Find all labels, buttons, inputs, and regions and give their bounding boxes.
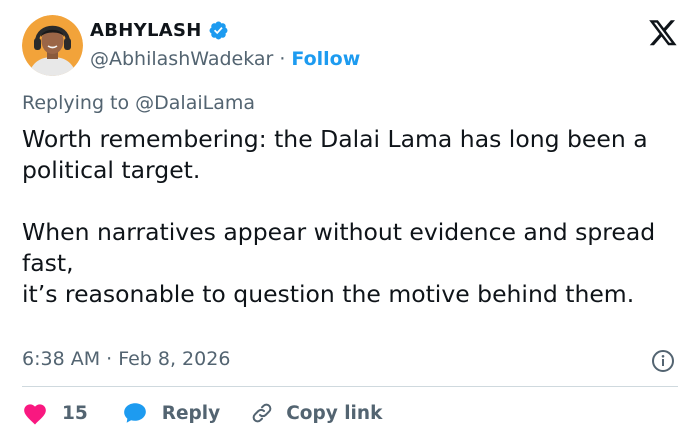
tweet-timestamp[interactable]: 6:38 AM · Feb 8, 2026 bbox=[22, 348, 230, 370]
like-button[interactable]: 15 bbox=[22, 401, 88, 425]
divider bbox=[22, 386, 678, 387]
tweet-paragraph: Worth remembering: the Dalai Lama has lo… bbox=[22, 125, 648, 184]
copy-link-button[interactable]: Copy link bbox=[250, 401, 382, 425]
avatar[interactable] bbox=[22, 15, 83, 76]
reply-label: Reply bbox=[161, 402, 221, 424]
reply-bubble-icon bbox=[122, 401, 148, 425]
follow-button[interactable]: Follow bbox=[291, 48, 360, 70]
author-handle[interactable]: @AbhilashWadekar bbox=[90, 48, 273, 70]
tweet-text: Worth remembering: the Dalai Lama has lo… bbox=[22, 124, 687, 310]
separator-dot: · bbox=[279, 48, 286, 70]
tweet-actions: 15 Reply Copy link bbox=[22, 398, 382, 428]
copy-link-label: Copy link bbox=[286, 402, 383, 424]
info-icon[interactable] bbox=[651, 349, 675, 373]
replying-to-label: Replying to @DalaiLama bbox=[22, 92, 256, 114]
reply-button[interactable]: Reply bbox=[122, 401, 220, 425]
author-display-name[interactable]: ABHYLASH bbox=[90, 20, 202, 41]
author-handle-row: @AbhilashWadekar · Follow bbox=[90, 48, 360, 70]
author-name-row[interactable]: ABHYLASH bbox=[90, 20, 229, 41]
tweet-paragraph-line: it’s reasonable to question the motive b… bbox=[22, 280, 635, 308]
tweet-card: ABHYLASH @AbhilashWadekar · Follow Reply… bbox=[0, 0, 700, 440]
link-icon bbox=[250, 401, 274, 425]
heart-icon bbox=[22, 401, 48, 425]
x-logo-icon[interactable] bbox=[648, 20, 678, 48]
verified-badge-icon bbox=[208, 20, 229, 41]
tweet-paragraph-line: When narratives appear without evidence … bbox=[22, 218, 656, 277]
like-count: 15 bbox=[62, 402, 88, 424]
